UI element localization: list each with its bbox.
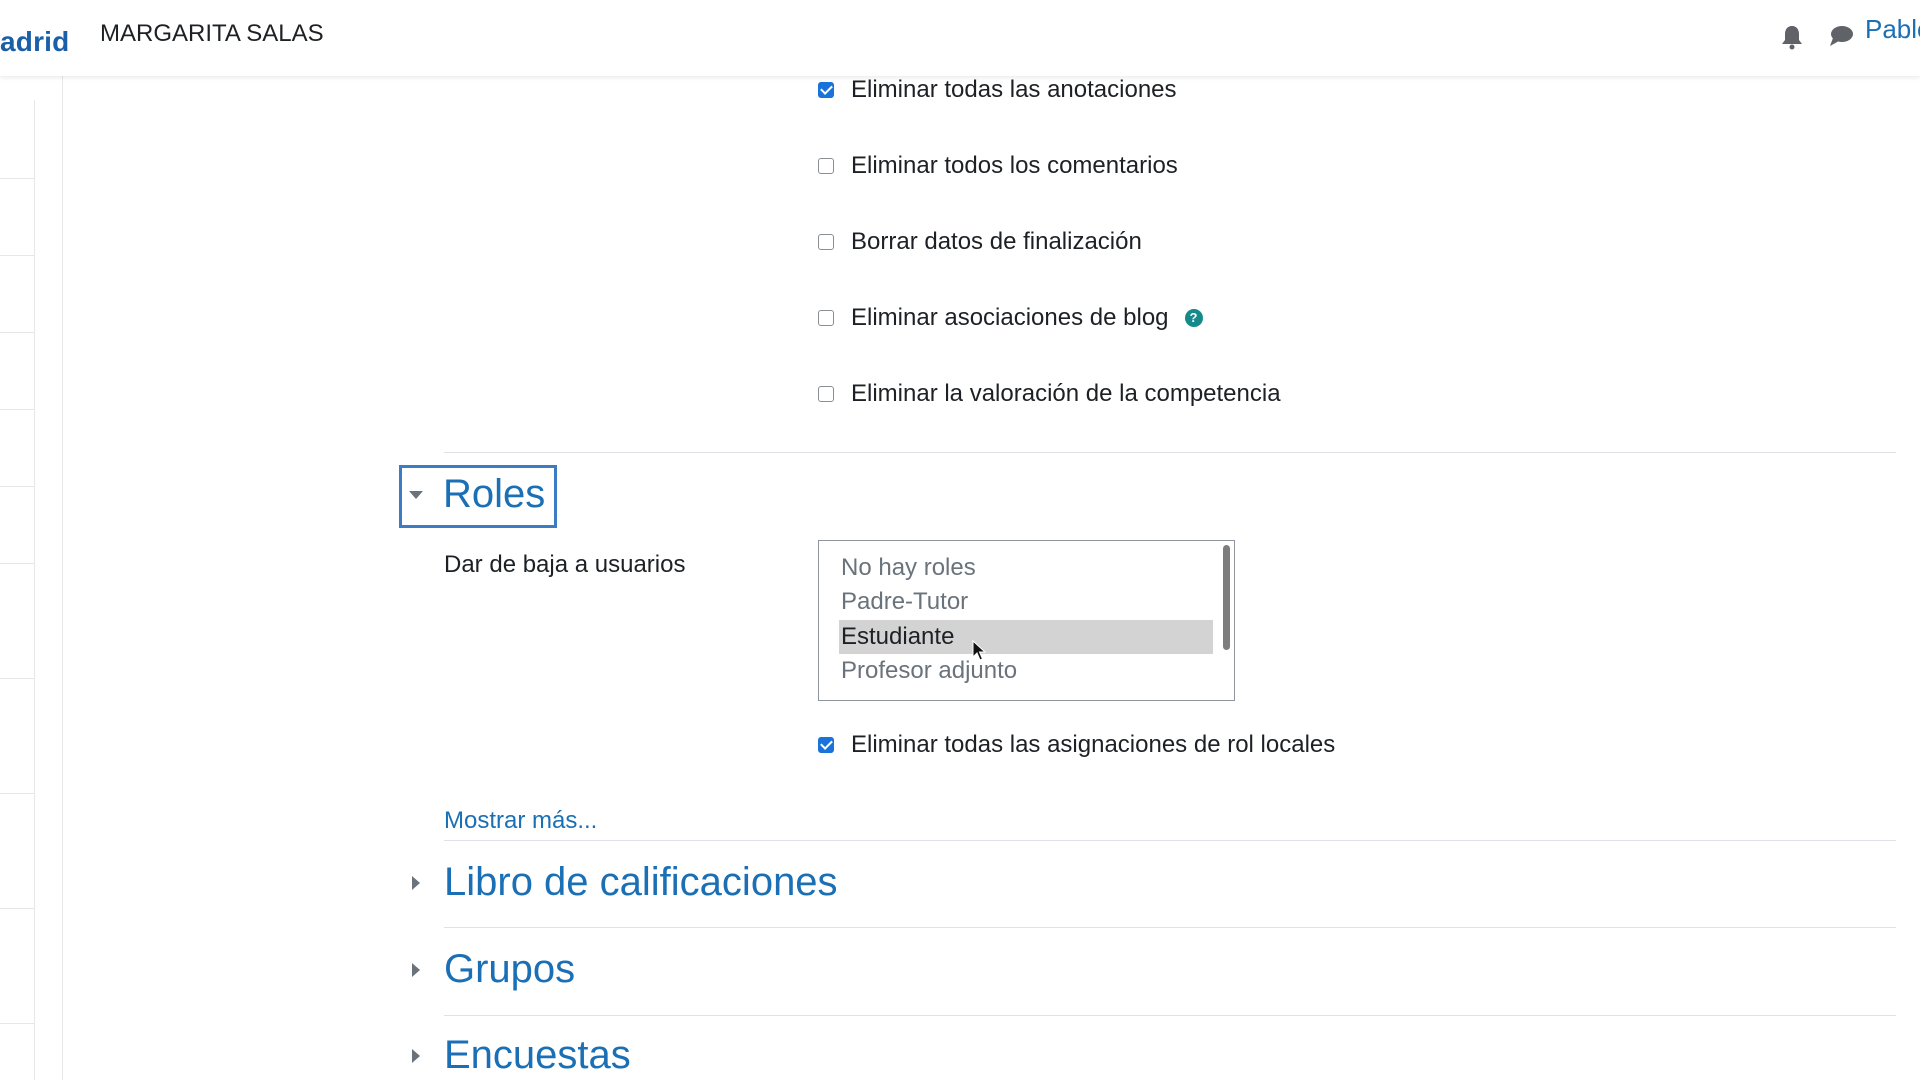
checkbox-row-completion[interactable]: Borrar datos de finalización	[818, 222, 1142, 262]
checkbox-row-competency[interactable]: Eliminar la valoración de la competencia	[818, 374, 1281, 414]
listbox-scrollbar[interactable]	[1223, 545, 1230, 650]
section-title: Libro de calificaciones	[444, 860, 838, 904]
unenrol-roles-select[interactable]: No hay roles Padre-Tutor Estudiante Prof…	[818, 540, 1235, 701]
section-header-gradebook[interactable]: Libro de calificaciones	[400, 860, 838, 905]
select-option[interactable]: No hay roles	[839, 551, 1213, 585]
section-title: Encuestas	[444, 1033, 631, 1077]
checkbox-label: Borrar datos de finalización	[851, 228, 1142, 255]
select-option[interactable]: Profesor adjunto	[839, 654, 1213, 688]
section-header-surveys[interactable]: Encuestas	[400, 1033, 631, 1078]
checkbox-row-comments[interactable]: Eliminar todos los comentarios	[818, 146, 1178, 186]
checkbox-comments[interactable]	[818, 158, 834, 174]
show-more-link[interactable]: Mostrar más...	[444, 807, 597, 835]
select-option-selected[interactable]: Estudiante	[839, 620, 1213, 654]
drawer-divider	[0, 255, 34, 256]
section-divider	[444, 452, 1896, 453]
chat-icon[interactable]	[1828, 24, 1854, 48]
caret-down-icon	[409, 490, 423, 499]
caret-right-icon	[412, 962, 420, 977]
checkbox-label: Eliminar todas las asignaciones de rol l…	[851, 731, 1336, 758]
drawer-divider	[0, 1023, 34, 1024]
checkbox-row-local-roles[interactable]: Eliminar todas las asignaciones de rol l…	[818, 725, 1335, 765]
drawer-divider	[0, 178, 34, 179]
section-title: Grupos	[444, 947, 576, 991]
help-icon[interactable]: ?	[1184, 309, 1203, 327]
drawer-divider	[0, 678, 34, 679]
user-menu-link[interactable]: Pablo	[1865, 14, 1920, 45]
roles-section-header[interactable]: Roles	[400, 472, 545, 517]
checkbox-label: Eliminar la valoración de la competencia	[851, 380, 1281, 407]
drawer-divider	[0, 908, 34, 909]
caret-right-icon	[412, 875, 420, 890]
select-option[interactable]: Padre-Tutor	[839, 585, 1213, 619]
checkbox-competency[interactable]	[818, 386, 834, 402]
checkbox-label: Eliminar todas las anotaciones	[851, 76, 1177, 103]
drawer-divider	[0, 486, 34, 487]
checkbox-completion[interactable]	[818, 234, 834, 250]
checkbox-blog[interactable]	[818, 310, 834, 326]
section-title-roles: Roles	[443, 472, 546, 516]
brand-logo-text[interactable]: adrid	[0, 26, 69, 58]
bell-icon[interactable]	[1780, 24, 1804, 50]
checkbox-row-annotations[interactable]: Eliminar todas las anotaciones	[818, 70, 1177, 110]
checkbox-label: Eliminar asociaciones de blog	[851, 304, 1169, 331]
checkbox-local-roles[interactable]	[818, 737, 834, 753]
checkbox-row-blog[interactable]: Eliminar asociaciones de blog ?	[818, 298, 1203, 338]
top-navbar: adrid MARGARITA SALAS Pablo	[0, 0, 1920, 76]
drawer-divider	[0, 409, 34, 410]
mouse-cursor-icon	[972, 640, 986, 661]
checkbox-annotations[interactable]	[818, 82, 834, 98]
section-divider	[444, 840, 1896, 841]
section-header-groups[interactable]: Grupos	[400, 947, 575, 992]
unenrol-users-label: Dar de baja a usuarios	[444, 551, 686, 578]
drawer-divider	[0, 563, 34, 564]
section-divider	[444, 927, 1896, 928]
left-drawer	[0, 76, 63, 1080]
checkbox-label: Eliminar todos los comentarios	[851, 152, 1178, 179]
caret-right-icon	[412, 1048, 420, 1063]
drawer-divider	[0, 793, 34, 794]
drawer-divider	[0, 332, 34, 333]
drawer-index-column	[0, 100, 35, 1080]
section-divider	[444, 1015, 1896, 1016]
site-name[interactable]: MARGARITA SALAS	[100, 20, 324, 48]
